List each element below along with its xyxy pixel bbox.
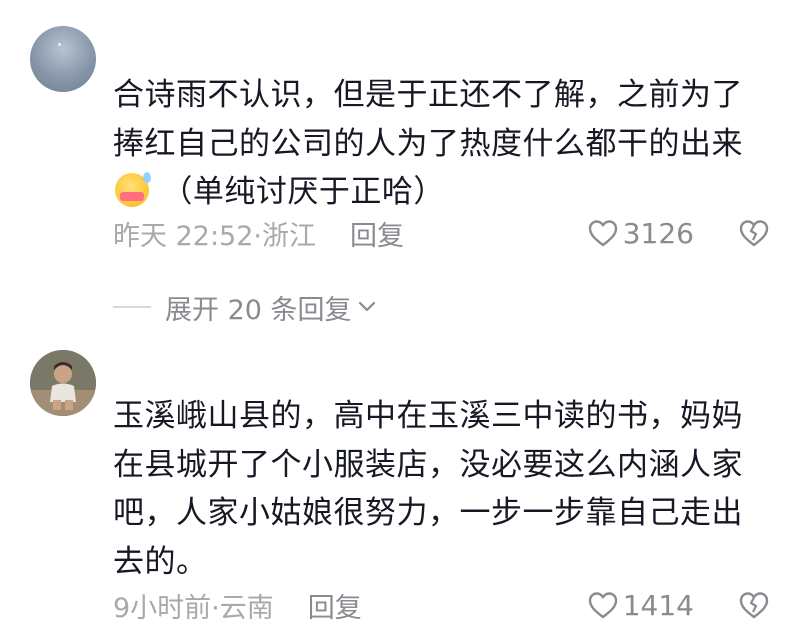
expand-replies-label: 展开 20 条回复 xyxy=(165,294,352,326)
reply-button[interactable]: 回复 xyxy=(350,214,404,253)
dislike-button[interactable] xyxy=(738,590,770,620)
shy-laugh-emoji-icon xyxy=(115,172,151,207)
like-button[interactable]: 1414 xyxy=(587,589,694,622)
broken-heart-icon xyxy=(739,592,769,619)
chevron-down-icon xyxy=(358,301,375,312)
divider-line xyxy=(113,306,151,308)
comment-time-location: 9小时前·云南 xyxy=(113,592,274,624)
broken-heart-icon xyxy=(739,220,769,247)
comment-time-location: 昨天 22:52·浙江 xyxy=(113,220,316,252)
like-button[interactable]: 3126 xyxy=(587,217,694,250)
expand-replies-button[interactable]: 展开 20 条回复 xyxy=(113,287,376,327)
like-count: 1414 xyxy=(622,588,694,622)
comment-meta: 昨天 22:52·浙江 回复 3126 xyxy=(113,213,770,253)
avatar[interactable] xyxy=(30,26,96,92)
child-photo-icon xyxy=(30,350,96,416)
comment-text-part: 合诗雨不认识，但是于正还不了解，之前为了捧红自己的公司的人为了热度什么都干的出来 xyxy=(113,77,743,162)
avatar[interactable] xyxy=(30,350,96,416)
heart-outline-icon xyxy=(588,592,617,619)
avatar-detail xyxy=(58,43,61,46)
comment-text: 合诗雨不认识，但是于正还不了解，之前为了捧红自己的公司的人为了热度什么都干的出来… xyxy=(113,71,773,217)
comment-text-part: （单纯讨厌于正哈） xyxy=(151,174,445,210)
reply-button[interactable]: 回复 xyxy=(308,586,362,625)
comment-text: 玉溪峨山县的，高中在玉溪三中读的书，妈妈在县城开了个小服装店，没必要这么内涵人家… xyxy=(113,398,743,580)
comment-meta: 9小时前·云南 回复 1414 xyxy=(113,585,770,625)
dislike-button[interactable] xyxy=(738,218,770,248)
heart-outline-icon xyxy=(588,220,617,247)
like-count: 3126 xyxy=(622,216,694,250)
